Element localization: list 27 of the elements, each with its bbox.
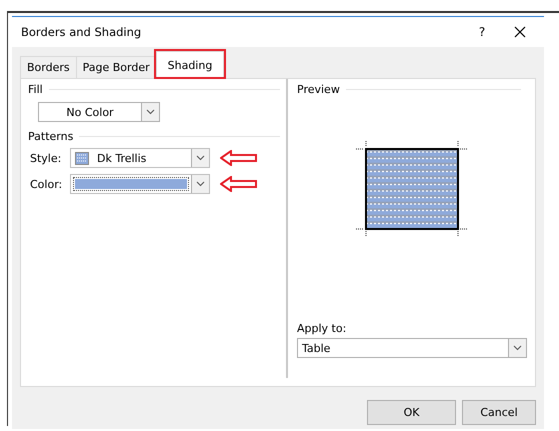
dropdown-button[interactable] xyxy=(191,175,209,193)
pattern-swatch-icon xyxy=(75,152,89,164)
style-dropdown[interactable]: Dk Trellis xyxy=(70,148,210,168)
field-label: Color: xyxy=(30,178,64,190)
section-heading: Preview xyxy=(297,83,340,96)
chevron-down-icon xyxy=(513,345,522,351)
ok-button[interactable]: OK xyxy=(367,400,456,425)
section-heading: Patterns xyxy=(28,130,74,143)
color-dropdown[interactable] xyxy=(70,174,210,194)
chevron-down-icon xyxy=(146,109,155,115)
dropdown-button[interactable] xyxy=(141,103,159,121)
apply-to-dropdown[interactable]: Table xyxy=(297,338,527,358)
help-button[interactable]: ? xyxy=(472,25,492,39)
section-heading: Fill xyxy=(28,83,43,96)
chevron-down-icon xyxy=(196,155,205,161)
field-label: Apply to: xyxy=(297,322,348,335)
fill-dropdown[interactable]: No Color xyxy=(38,102,160,122)
tab[interactable]: Borders xyxy=(20,56,77,78)
dropdown-button[interactable] xyxy=(191,149,209,167)
chevron-down-icon xyxy=(196,181,205,187)
cancel-button[interactable]: Cancel xyxy=(462,400,536,425)
dropdown-value: Dk Trellis xyxy=(97,152,146,164)
dropdown-button[interactable] xyxy=(508,339,526,357)
close-icon[interactable] xyxy=(514,26,526,38)
tab[interactable]: Shading xyxy=(156,51,224,78)
field-label: Style: xyxy=(30,152,62,164)
window-title: Borders and Shading xyxy=(21,25,142,39)
